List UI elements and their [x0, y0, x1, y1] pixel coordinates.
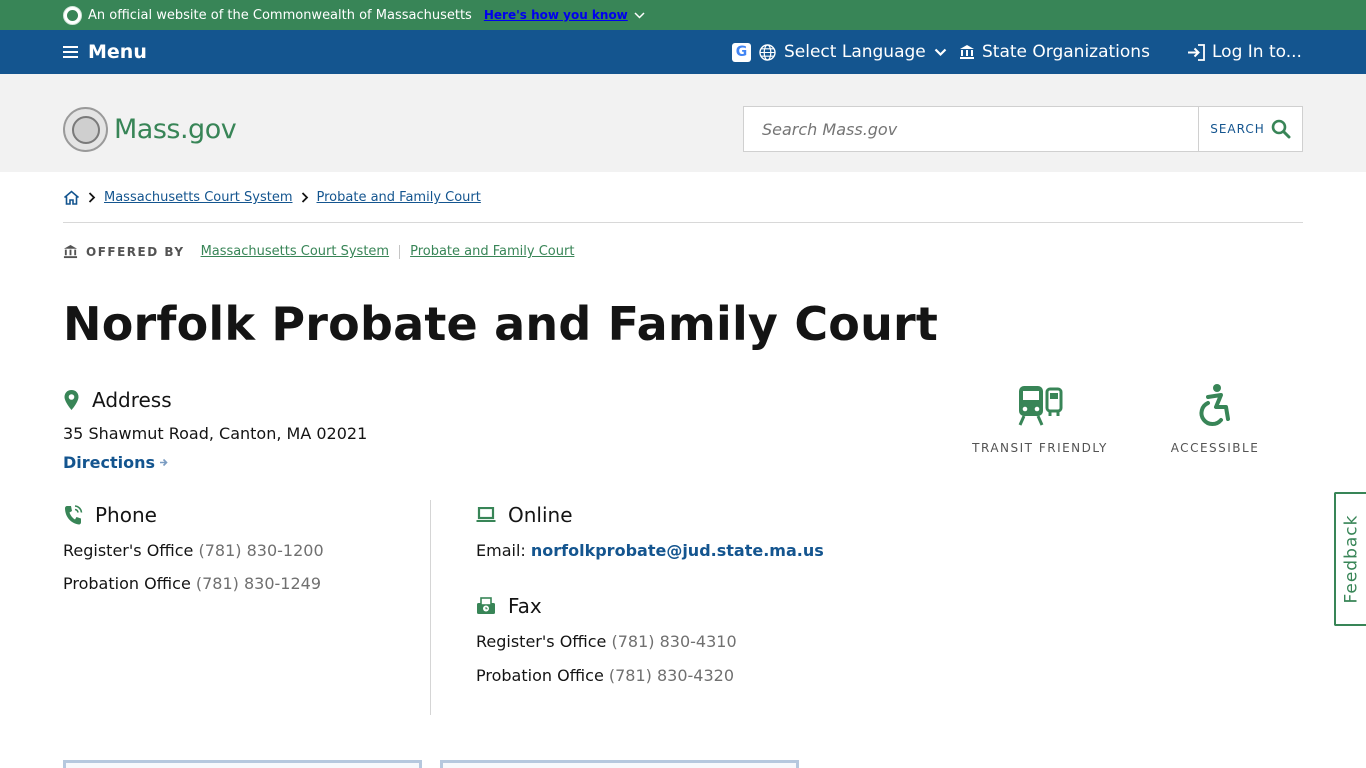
fax-register: Register's Office (781) 830-4310 — [476, 632, 737, 651]
state-seal-icon — [63, 5, 82, 25]
fax-heading-label: Fax — [508, 594, 542, 618]
heres-how-you-know-label: Here's how you know — [483, 8, 628, 22]
feedback-label: Feedback — [1341, 514, 1361, 604]
heres-how-you-know-link[interactable]: Here's how you know — [484, 8, 645, 22]
chevron-right-icon — [88, 192, 96, 203]
online-email: Email: norfolkprobate@jud.state.ma.us — [476, 541, 824, 560]
official-banner-text: An official website of the Commonwealth … — [88, 7, 472, 23]
offered-by-label: OFFERED BY — [86, 244, 185, 259]
search-button[interactable]: SEARCH — [1198, 106, 1303, 152]
transit-icon — [1018, 386, 1063, 426]
map-pin-icon — [64, 390, 79, 410]
amenity-label: TRANSIT FRIENDLY — [972, 441, 1108, 455]
chevron-right-icon — [301, 192, 308, 203]
online-heading-label: Online — [508, 503, 573, 527]
arrow-right-icon — [160, 458, 168, 467]
language-label: Select Language — [784, 42, 926, 62]
amenity-label: ACCESSIBLE — [1170, 441, 1260, 455]
address-heading: Address — [63, 388, 172, 412]
menu-button[interactable]: Menu — [63, 30, 147, 74]
phone-heading-label: Phone — [95, 503, 157, 527]
globe-icon — [759, 43, 776, 61]
phone-probation-number[interactable]: (781) 830-1249 — [196, 574, 321, 593]
divider — [399, 244, 401, 259]
accessible-icon — [1199, 384, 1230, 427]
divider — [430, 500, 431, 715]
laptop-icon — [476, 507, 496, 522]
search-input[interactable] — [743, 106, 1199, 152]
chevron-down-icon — [634, 11, 645, 19]
building-icon — [960, 45, 974, 59]
language-selector[interactable]: G Select Language — [732, 30, 947, 74]
search-button-label: SEARCH — [1210, 122, 1265, 136]
breadcrumb-court-system[interactable]: Massachusetts Court System — [104, 190, 293, 205]
state-seal-icon — [63, 107, 108, 152]
fax-register-label: Register's Office — [476, 632, 607, 651]
email-link[interactable]: norfolkprobate@jud.state.ma.us — [531, 541, 824, 560]
breadcrumb: Massachusetts Court System Probate and F… — [63, 190, 481, 205]
phone-register-number[interactable]: (781) 830-1200 — [199, 541, 324, 560]
hamburger-icon — [63, 46, 78, 58]
directions-label: Directions — [63, 453, 156, 472]
offered-by-probate-court[interactable]: Probate and Family Court — [410, 244, 574, 259]
fax-icon — [477, 597, 495, 614]
info-card[interactable] — [63, 760, 422, 768]
page-title: Norfolk Probate and Family Court — [63, 297, 939, 351]
search-icon — [1271, 119, 1291, 139]
phone-probation-label: Probation Office — [63, 574, 191, 593]
state-organizations-label: State Organizations — [982, 42, 1150, 62]
offered-by: OFFERED BY Massachusetts Court System Pr… — [63, 244, 574, 259]
breadcrumb-probate-court[interactable]: Probate and Family Court — [317, 190, 481, 205]
fax-heading: Fax — [476, 594, 542, 618]
login-icon — [1188, 43, 1205, 61]
fax-register-number: (781) 830-4310 — [611, 632, 737, 651]
email-label: Email: — [476, 541, 526, 560]
amenity-transit: TRANSIT FRIENDLY — [965, 383, 1115, 455]
state-organizations-link[interactable]: State Organizations — [959, 30, 1150, 74]
offered-by-court-system[interactable]: Massachusetts Court System — [201, 244, 390, 259]
building-icon — [63, 244, 78, 259]
phone-icon — [65, 505, 83, 525]
fax-probation-number: (781) 830-4320 — [608, 666, 735, 685]
online-heading: Online — [476, 503, 573, 527]
mass-gov-logo[interactable]: Mass.gov — [63, 107, 237, 152]
phone-probation: Probation Office (781) 830-1249 — [63, 574, 321, 593]
divider — [63, 222, 1303, 223]
google-translate-icon: G — [732, 42, 751, 62]
site-header: Mass.gov SEARCH — [0, 74, 1366, 172]
menu-label: Menu — [88, 41, 147, 63]
login-label: Log In to... — [1212, 42, 1302, 62]
chevron-down-icon — [934, 48, 947, 56]
address-line: 35 Shawmut Road, Canton, MA 02021 — [63, 424, 368, 443]
login-button[interactable]: Log In to... — [1187, 30, 1302, 74]
home-icon[interactable] — [63, 190, 80, 205]
phone-heading: Phone — [63, 503, 157, 527]
official-banner: An official website of the Commonwealth … — [0, 0, 1366, 30]
info-card[interactable] — [440, 760, 799, 768]
address-heading-label: Address — [92, 388, 172, 412]
phone-register: Register's Office (781) 830-1200 — [63, 541, 324, 560]
main-nav: Menu G Select Language State Organizatio… — [0, 30, 1366, 74]
fax-probation: Probation Office (781) 830-4320 — [476, 666, 734, 685]
directions-link[interactable]: Directions — [63, 453, 168, 472]
amenity-accessible: ACCESSIBLE — [1140, 383, 1290, 455]
fax-probation-label: Probation Office — [476, 666, 604, 685]
feedback-tab[interactable]: Feedback — [1334, 492, 1366, 626]
logo-text: Mass.gov — [114, 114, 237, 145]
phone-register-label: Register's Office — [63, 541, 194, 560]
